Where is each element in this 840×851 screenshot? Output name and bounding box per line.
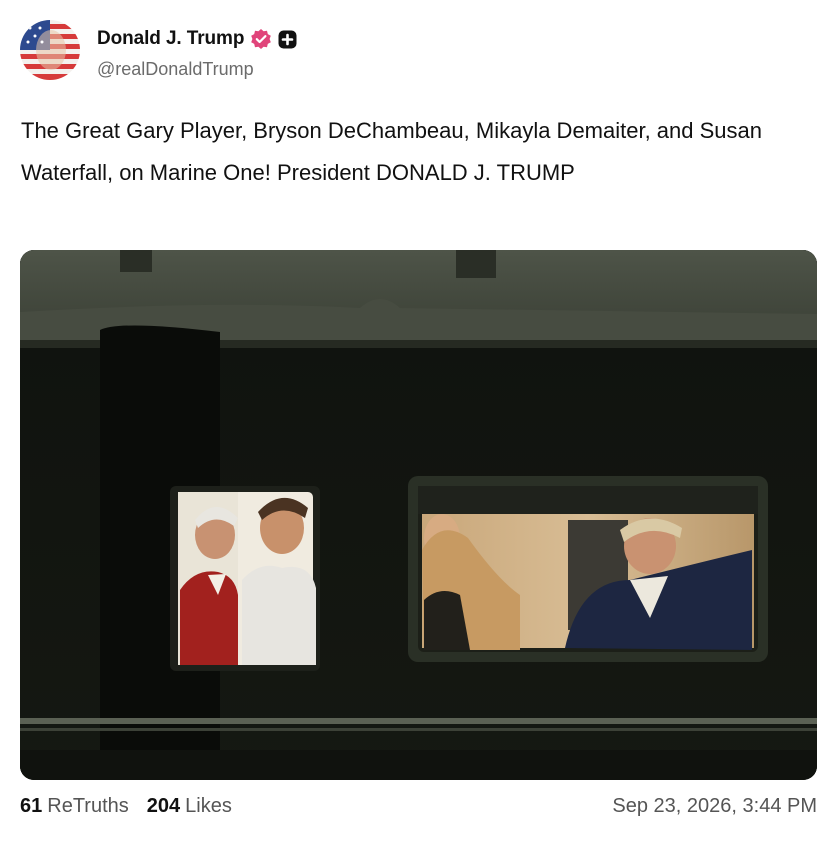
post-timestamp[interactable]: Sep 23, 2026, 3:44 PM (612, 795, 817, 818)
flag-portrait-avatar-icon (20, 20, 80, 80)
plus-badge-icon (278, 30, 297, 49)
engagement-stats: 61 ReTruths 204 Likes (20, 795, 232, 818)
retruths-label: ReTruths (47, 795, 129, 817)
likes-count: 204 (146, 795, 181, 817)
retruths-stat[interactable]: 61 ReTruths (20, 795, 129, 818)
likes-label: Likes (185, 795, 232, 817)
author-display-name[interactable]: Donald J. Trump (97, 28, 244, 50)
author-handle[interactable]: @realDonaldTrump (97, 59, 254, 80)
profile-avatar[interactable] (20, 20, 80, 80)
likes-stat[interactable]: 204 Likes (147, 795, 232, 818)
verified-badge-icon (250, 28, 272, 50)
post-photo[interactable] (20, 250, 817, 780)
post-text: The Great Gary Player, Bryson DeChambeau… (21, 118, 763, 185)
author-name-row: Donald J. Trump (97, 27, 297, 51)
retruths-count: 61 (20, 795, 43, 817)
helicopter-photo-image (20, 250, 817, 780)
truth-post: Donald J. Trump @realDonaldTrump The Gre… (0, 0, 840, 851)
